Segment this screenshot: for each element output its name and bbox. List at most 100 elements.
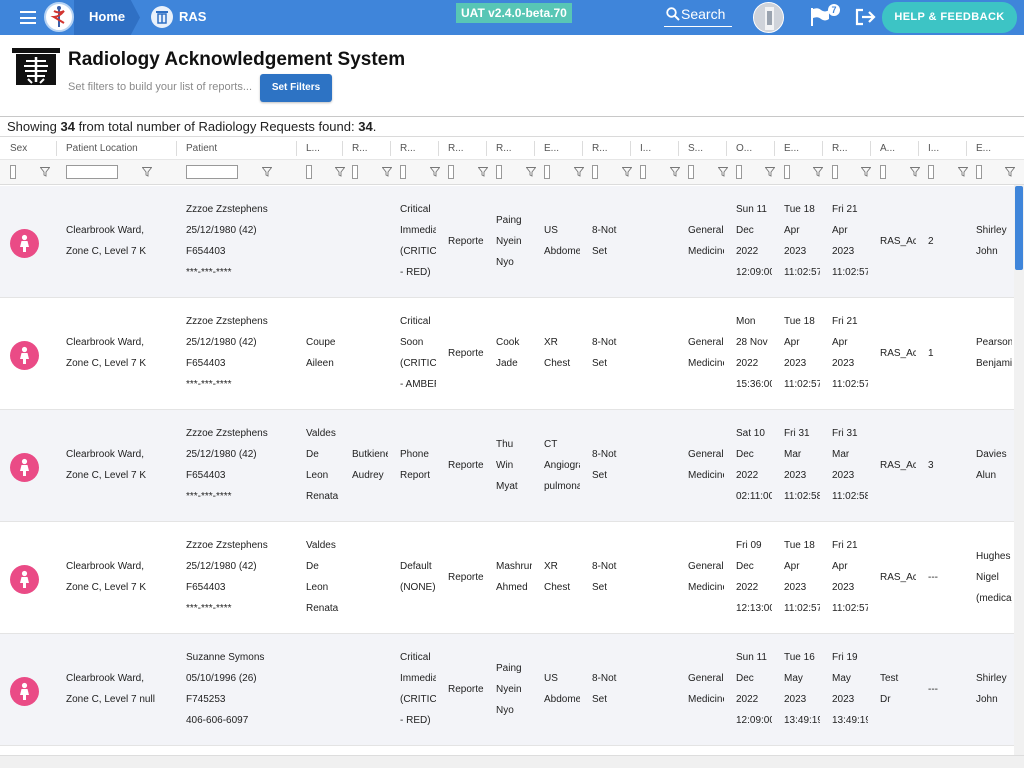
column-divider[interactable]	[582, 141, 583, 156]
hamburger-menu-icon[interactable]	[20, 11, 36, 24]
filter-input-sex[interactable]	[10, 165, 16, 179]
column-divider[interactable]	[296, 141, 297, 156]
filter-input-specialty[interactable]	[688, 165, 694, 179]
filter-funnel-icon[interactable]	[958, 167, 968, 177]
table-row[interactable]: Clearbrook Ward, Zone C, Level 7 K Zzzoe…	[0, 522, 1014, 634]
column-header-exam[interactable]: E...	[544, 143, 559, 154]
filter-input-ordered[interactable]	[736, 165, 742, 179]
column-header-l[interactable]: L...	[306, 143, 320, 154]
column-header-patient[interactable]: Patient	[186, 143, 217, 154]
filter-funnel-icon[interactable]	[910, 167, 920, 177]
scrollbar-thumb[interactable]	[1015, 186, 1023, 270]
user-avatar[interactable]	[753, 2, 784, 33]
cell-patient: Zzzoe Zzstephens 25/12/1980 (42) F654403…	[186, 540, 268, 614]
filter-funnel-icon[interactable]	[335, 167, 345, 177]
filter-funnel-icon[interactable]	[430, 167, 440, 177]
search-button[interactable]: Search	[664, 5, 732, 27]
filter-input-patient[interactable]	[186, 165, 238, 179]
column-header-result[interactable]: R...	[592, 143, 608, 154]
cell-ack: RAS_Ack	[880, 348, 916, 359]
filter-funnel-icon[interactable]	[40, 167, 50, 177]
cell-r-date: Fri 21 Apr 2023 11:02:57	[832, 204, 868, 278]
column-header-r1[interactable]: R...	[352, 143, 368, 154]
filter-input-ack[interactable]	[880, 165, 886, 179]
summary-middle: from total number of Radiology Requests …	[74, 119, 359, 134]
column-divider[interactable]	[678, 141, 679, 156]
column-divider[interactable]	[630, 141, 631, 156]
table-row[interactable]: Clearbrook Ward, Zone C, Level 7 null Su…	[0, 634, 1014, 746]
cell-ordered: Sun 11 Dec 2022 12:09:00	[736, 652, 772, 726]
filter-input-clinician[interactable]	[976, 165, 982, 179]
column-divider[interactable]	[534, 141, 535, 156]
column-header-sex[interactable]: Sex	[10, 143, 27, 154]
column-header-ack[interactable]: A...	[880, 143, 895, 154]
filter-funnel-icon[interactable]	[1005, 167, 1015, 177]
column-divider[interactable]	[726, 141, 727, 156]
cell-ack: RAS_Ack	[880, 572, 916, 583]
column-header-r-date[interactable]: R...	[832, 143, 848, 154]
filter-funnel-icon[interactable]	[574, 167, 584, 177]
cell-ack: RAS_Ack	[880, 236, 916, 247]
filter-input-status[interactable]	[448, 165, 454, 179]
breadcrumb-home-label[interactable]: Home	[89, 9, 125, 24]
cell-e-date: Tue 18 Apr 2023 11:02:57	[784, 316, 820, 390]
filter-input-i[interactable]	[640, 165, 646, 179]
filter-funnel-icon[interactable]	[526, 167, 536, 177]
filter-funnel-icon[interactable]	[478, 167, 488, 177]
filter-input-result[interactable]	[592, 165, 598, 179]
column-header-urgency[interactable]: R...	[400, 143, 416, 154]
column-divider[interactable]	[176, 141, 177, 156]
filter-input-patient-location[interactable]	[66, 165, 118, 179]
set-filters-button[interactable]: Set Filters	[260, 74, 332, 102]
column-divider[interactable]	[966, 141, 967, 156]
filter-input-l[interactable]	[306, 165, 312, 179]
column-divider[interactable]	[918, 141, 919, 156]
filter-input-r-date[interactable]	[832, 165, 838, 179]
filter-funnel-icon[interactable]	[861, 167, 871, 177]
column-header-status[interactable]: R...	[448, 143, 464, 154]
filter-funnel-icon[interactable]	[813, 167, 823, 177]
column-header-i[interactable]: I...	[640, 143, 651, 154]
logout-icon[interactable]	[855, 8, 877, 26]
filter-input-exam[interactable]	[544, 165, 550, 179]
breadcrumb-ras-label[interactable]: RAS	[179, 9, 206, 24]
caduceus-logo-icon[interactable]	[44, 2, 74, 32]
column-divider[interactable]	[486, 141, 487, 156]
vertical-scrollbar[interactable]	[1014, 185, 1024, 755]
column-header-reporter[interactable]: R...	[496, 143, 512, 154]
column-header-patient-location[interactable]: Patient Location	[66, 143, 138, 154]
xray-logo-icon	[12, 48, 60, 86]
column-divider[interactable]	[56, 141, 57, 156]
filter-funnel-icon[interactable]	[622, 167, 632, 177]
column-divider[interactable]	[774, 141, 775, 156]
column-header-clinician[interactable]: E...	[976, 143, 991, 154]
column-header-ordered[interactable]: O...	[736, 143, 752, 154]
column-divider[interactable]	[822, 141, 823, 156]
filter-funnel-icon[interactable]	[670, 167, 680, 177]
column-divider[interactable]	[390, 141, 391, 156]
column-divider[interactable]	[870, 141, 871, 156]
filter-funnel-icon[interactable]	[262, 167, 272, 177]
filter-input-e-date[interactable]	[784, 165, 790, 179]
filter-funnel-icon[interactable]	[718, 167, 728, 177]
help-feedback-button[interactable]: HELP & FEEDBACK	[882, 2, 1017, 33]
column-header-count[interactable]: I...	[928, 143, 939, 154]
filter-funnel-icon[interactable]	[142, 167, 152, 177]
column-divider[interactable]	[342, 141, 343, 156]
filter-funnel-icon[interactable]	[765, 167, 775, 177]
table-row[interactable]: Clearbrook Ward, Zone C, Level 7 K Zzzoe…	[0, 298, 1014, 410]
table-row[interactable]: Clearbrook Ward, Zone C, Level 7 K Zzzoe…	[0, 186, 1014, 298]
table-row[interactable]: Clearbrook Ward, Zone C, Level 7 K Zzzoe…	[0, 410, 1014, 522]
cell-ordered: Mon 28 Nov 2022 15:36:00	[736, 316, 772, 390]
column-divider[interactable]	[438, 141, 439, 156]
column-header-specialty[interactable]: S...	[688, 143, 703, 154]
filter-input-reporter[interactable]	[496, 165, 502, 179]
filter-input-urgency[interactable]	[400, 165, 406, 179]
filter-funnel-icon[interactable]	[382, 167, 392, 177]
filter-input-r1[interactable]	[352, 165, 358, 179]
column-header-e-date[interactable]: E...	[784, 143, 799, 154]
horizontal-scrollbar[interactable]	[0, 755, 1024, 768]
cell-result: 8-Not Set	[592, 449, 617, 481]
filter-input-count[interactable]	[928, 165, 934, 179]
cell-urgency: Phone Report	[400, 449, 431, 481]
